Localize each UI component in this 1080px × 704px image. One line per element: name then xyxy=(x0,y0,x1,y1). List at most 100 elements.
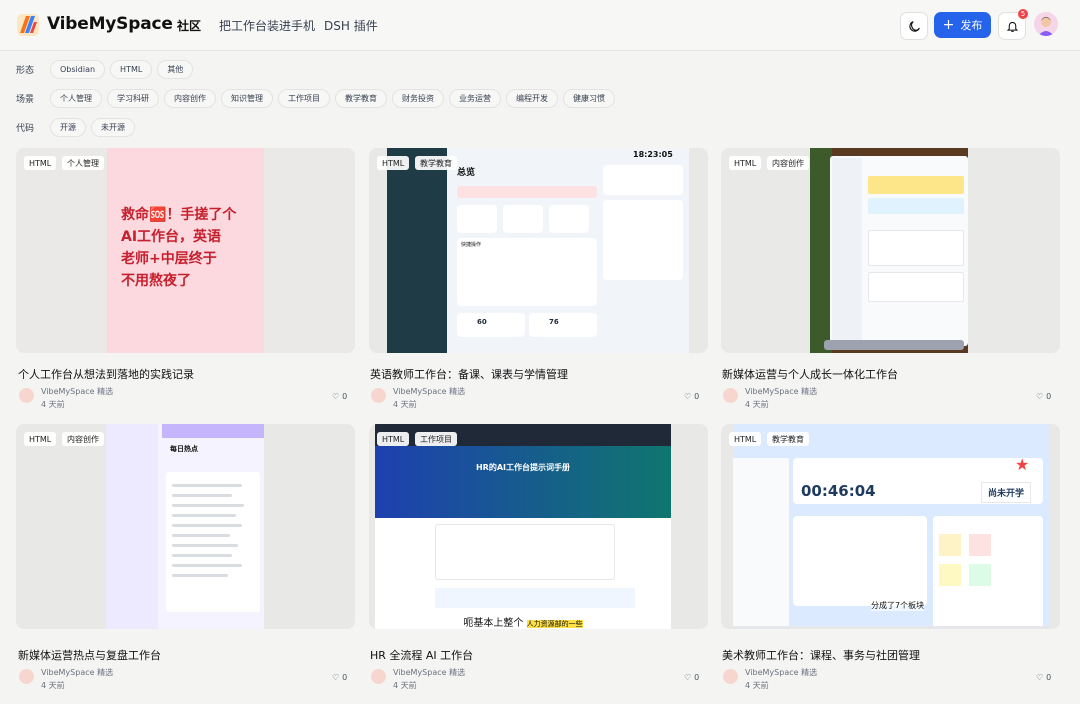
card-title[interactable]: 英语教师工作台：备课、课表与学情管理 xyxy=(370,366,568,382)
poster-line: 救命🆘！手搓了个 xyxy=(121,207,237,223)
brand-name[interactable]: VibeMySpace xyxy=(47,14,173,34)
heart-icon: ♡ xyxy=(332,673,340,682)
preview-countdown: 00:46:04 xyxy=(801,482,876,500)
preview-quick-actions: 快捷操作 xyxy=(461,242,482,248)
chip-content[interactable]: 内容创作 xyxy=(164,88,216,108)
card-tag: HTML xyxy=(729,156,762,170)
card-title[interactable]: HR 全流程 AI 工作台 xyxy=(370,647,473,663)
card-time: 4 天前 xyxy=(745,681,769,690)
card-thumbnail[interactable]: 救命🆘！手搓了个 AI工作台，英语 老师+中层终于 不用熬夜了 HTML 个人管… xyxy=(16,148,355,353)
heart-icon: ♡ xyxy=(684,392,692,401)
brand-logo-icon[interactable] xyxy=(16,13,40,37)
preview-title: 每日热点 xyxy=(170,445,198,453)
desktop-wallpaper xyxy=(810,148,968,353)
like-button[interactable]: ♡ 0 xyxy=(684,673,699,682)
theme-toggle-button[interactable] xyxy=(900,12,928,40)
preview-clock: 18:23:05 xyxy=(633,150,673,159)
like-button[interactable]: ♡ 0 xyxy=(1036,673,1051,682)
card-tag: HTML xyxy=(24,432,57,446)
card-tag: HTML xyxy=(377,156,410,170)
dashboard-preview: 总览 18:23:05 快捷操作 60 76 xyxy=(387,148,689,353)
publish-label: 发布 xyxy=(960,19,983,32)
chip-work[interactable]: 工作项目 xyxy=(278,88,330,108)
heart-icon: ♡ xyxy=(684,673,692,682)
like-count: 0 xyxy=(342,673,348,682)
card-tag: HTML xyxy=(377,432,410,446)
card-tag: 内容创作 xyxy=(767,156,809,170)
moon-icon xyxy=(908,20,920,32)
like-button[interactable]: ♡ 0 xyxy=(332,392,347,401)
like-count: 0 xyxy=(1046,673,1052,682)
publish-button[interactable]: + 发布 xyxy=(934,12,991,38)
card-time: 4 天前 xyxy=(41,400,65,409)
like-button[interactable]: ♡ 0 xyxy=(332,673,347,682)
chip-closed-source[interactable]: 未开源 xyxy=(91,117,135,137)
card-title[interactable]: 新媒体运营热点与复盘工作台 xyxy=(18,647,161,663)
card-tag: 个人管理 xyxy=(62,156,104,170)
preview-sidebar xyxy=(387,148,447,353)
preview-stat: 76 xyxy=(549,318,559,326)
chip-study[interactable]: 学习科研 xyxy=(107,88,159,108)
chip-finance[interactable]: 财务投资 xyxy=(392,88,444,108)
heart-icon: ♡ xyxy=(1036,392,1044,401)
card-author[interactable]: VibeMySpace 精选 xyxy=(393,667,465,678)
heart-icon: ♡ xyxy=(1036,673,1044,682)
card-tag: 内容创作 xyxy=(62,432,104,446)
nav-phone-workspace[interactable]: 把工作台装进手机 xyxy=(219,17,315,34)
chip-health[interactable]: 健康习惯 xyxy=(563,88,615,108)
preview-status: 尚未开学 xyxy=(981,482,1032,503)
card-author[interactable]: VibeMySpace 精选 xyxy=(745,667,817,678)
subtitle-text: 分成了7个板块 xyxy=(871,600,925,611)
chip-teaching[interactable]: 教学教育 xyxy=(335,88,387,108)
like-button[interactable]: ♡ 0 xyxy=(1036,392,1051,401)
chip-other[interactable]: 其他 xyxy=(157,59,194,79)
like-count: 0 xyxy=(694,673,700,682)
chip-personal[interactable]: 个人管理 xyxy=(50,88,102,108)
card-title[interactable]: 新媒体运营与个人成长一体化工作台 xyxy=(722,366,898,382)
nav-community[interactable]: 社区 xyxy=(177,17,201,34)
plus-icon: + xyxy=(942,17,955,33)
card-thumbnail[interactable]: 00:46:04 尚未开学 ★ 分成了7个板块 HTML 教学教育 xyxy=(721,424,1060,629)
author-avatar xyxy=(19,669,34,684)
nav-dsh-plugin[interactable]: DSH 插件 xyxy=(324,17,378,34)
card-thumbnail[interactable]: HTML 内容创作 xyxy=(721,148,1060,353)
author-avatar xyxy=(371,388,386,403)
top-header: VibeMySpace 社区 把工作台装进手机 DSH 插件 + 发布 5 xyxy=(0,0,1080,51)
card-author[interactable]: VibeMySpace 精选 xyxy=(41,386,113,397)
notification-badge: 5 xyxy=(1018,9,1028,19)
chip-obsidian[interactable]: Obsidian xyxy=(50,59,106,79)
poster-line: 老师+中层终于 xyxy=(121,251,217,267)
poster-line: AI工作台，英语 xyxy=(121,229,222,245)
chip-open-source[interactable]: 开源 xyxy=(50,117,86,137)
filter-row-scene: 场景 个人管理 学习科研 内容创作 知识管理 工作项目 教学教育 财务投资 业务… xyxy=(16,88,620,108)
card-thumbnail[interactable]: 每日热点 HTML 内容创作 xyxy=(16,424,355,629)
card-thumbnail[interactable]: 总览 18:23:05 快捷操作 60 76 HTML 教学教育 xyxy=(369,148,708,353)
card-thumbnail[interactable]: HR的AI工作台提示词手册 呃基本上整个 人力资源部的一些 HTML 工作项目 xyxy=(369,424,708,629)
card-author[interactable]: VibeMySpace 精选 xyxy=(745,386,817,397)
poster-line: 不用熬夜了 xyxy=(121,273,191,289)
card-time: 4 天前 xyxy=(41,681,65,690)
filter-label-form: 形态 xyxy=(16,65,35,76)
user-avatar[interactable] xyxy=(1034,12,1058,36)
chip-business[interactable]: 业务运营 xyxy=(449,88,501,108)
card-author[interactable]: VibeMySpace 精选 xyxy=(393,386,465,397)
chip-knowledge[interactable]: 知识管理 xyxy=(221,88,273,108)
art-dashboard-preview: 00:46:04 尚未开学 ★ 分成了7个板块 xyxy=(733,424,1049,629)
card-tag: 工作项目 xyxy=(415,432,457,446)
card-title[interactable]: 美术教师工作台：课程、事务与社团管理 xyxy=(722,647,920,663)
like-button[interactable]: ♡ 0 xyxy=(684,392,699,401)
card-tag: HTML xyxy=(24,156,57,170)
preview-stat: 60 xyxy=(477,318,487,326)
filter-row-form: 形态 Obsidian HTML 其他 xyxy=(16,59,198,79)
subtitle-text: 呃基本上整个 xyxy=(463,618,524,629)
chip-html[interactable]: HTML xyxy=(110,59,153,79)
star-icon: ★ xyxy=(1015,455,1030,474)
card-time: 4 天前 xyxy=(393,400,417,409)
chip-coding[interactable]: 编程开发 xyxy=(506,88,558,108)
preview-title: 总览 xyxy=(457,168,476,178)
card-tag: 教学教育 xyxy=(767,432,809,446)
filter-label-code: 代码 xyxy=(16,123,35,134)
card-title[interactable]: 个人工作台从想法到落地的实践记录 xyxy=(18,366,194,382)
card-author[interactable]: VibeMySpace 精选 xyxy=(41,667,113,678)
subtitle-highlight: 人力资源部的一些 xyxy=(526,620,583,628)
